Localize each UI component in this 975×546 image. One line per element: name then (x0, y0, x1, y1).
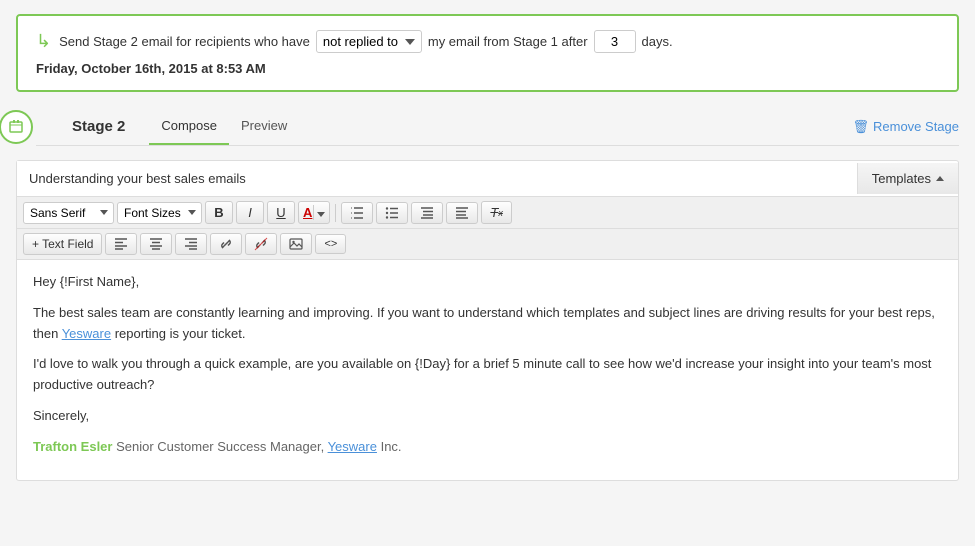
image-button[interactable] (280, 233, 312, 255)
font-color-a-label: A (303, 205, 312, 220)
clear-format-button[interactable]: Tx (481, 201, 511, 224)
align-center-button[interactable] (140, 233, 172, 255)
greeting-line: Hey {!First Name}, (33, 272, 942, 293)
toolbar-row-1: Sans Serif Serif Monospace Font Sizes Sm… (17, 197, 958, 229)
bold-button[interactable]: B (205, 201, 233, 224)
list-ordered-button[interactable] (341, 202, 373, 224)
signature-name: Trafton Esler (33, 439, 112, 454)
templates-label: Templates (872, 171, 931, 186)
stage-title: Stage 2 (72, 108, 125, 145)
subject-input[interactable] (17, 161, 857, 196)
condition-row: ↳ Send Stage 2 email for recipients who … (36, 30, 939, 53)
signature-title: Senior Customer Success Manager, (116, 439, 327, 454)
font-size-select[interactable]: Font Sizes Small Normal Large (117, 202, 202, 224)
remove-stage-label: Remove Stage (873, 119, 959, 134)
html-button[interactable]: <> (315, 234, 346, 254)
tab-preview[interactable]: Preview (229, 108, 299, 145)
indent-button[interactable] (411, 202, 443, 224)
editor-body[interactable]: Hey {!First Name}, The best sales team a… (17, 260, 958, 480)
caret-up-icon (936, 176, 944, 181)
toolbar-separator-1 (335, 204, 336, 222)
unlink-button[interactable] (245, 233, 277, 255)
condition-box: ↳ Send Stage 2 email for recipients who … (16, 14, 959, 92)
font-family-select[interactable]: Sans Serif Serif Monospace (23, 202, 114, 224)
arrow-icon: ↳ (36, 31, 51, 52)
compose-area: Templates Sans Serif Serif Monospace Fon… (16, 160, 959, 481)
condition-date: Friday, October 16th, 2015 at 8:53 AM (36, 61, 939, 76)
link-button[interactable] (210, 233, 242, 255)
tab-compose[interactable]: Compose (149, 108, 229, 145)
list-unordered-button[interactable] (376, 202, 408, 224)
subject-row: Templates (17, 161, 958, 197)
closing-line: Sincerely, (33, 406, 942, 427)
condition-suffix: my email from Stage 1 after (428, 34, 588, 49)
outdent-button[interactable] (446, 202, 478, 224)
p1-end: reporting is your ticket. (111, 326, 245, 341)
paragraph1: The best sales team are constantly learn… (33, 303, 942, 345)
remove-stage-button[interactable]: 🗑 Remove Stage (852, 109, 959, 145)
signature-suffix: Inc. (377, 439, 402, 454)
paragraph2: I'd love to walk you through a quick exa… (33, 354, 942, 396)
text-field-button[interactable]: + Text Field (23, 233, 102, 255)
stage-icon (0, 110, 33, 144)
stage-header: Stage 2 Compose Preview 🗑 Remove Stage (36, 108, 959, 146)
trash-icon: 🗑 (852, 119, 869, 135)
days-input[interactable] (594, 30, 636, 53)
condition-select[interactable]: not replied to replied to opened not ope… (316, 30, 422, 53)
font-color-button[interactable]: A (298, 201, 330, 224)
signature-company: Yesware (328, 439, 377, 454)
align-left-button[interactable] (105, 233, 137, 255)
underline-button[interactable]: U (267, 201, 295, 224)
condition-prefix: Send Stage 2 email for recipients who ha… (59, 34, 310, 49)
toolbar-row-2: + Text Field (17, 229, 958, 260)
yesware-link-1[interactable]: Yesware (62, 326, 111, 341)
align-right-button[interactable] (175, 233, 207, 255)
condition-days-label: days. (642, 34, 673, 49)
italic-button[interactable]: I (236, 201, 264, 224)
templates-button[interactable]: Templates (857, 163, 958, 194)
font-color-dropdown-icon (313, 205, 325, 220)
signature-line: Trafton Esler Senior Customer Success Ma… (33, 437, 942, 458)
